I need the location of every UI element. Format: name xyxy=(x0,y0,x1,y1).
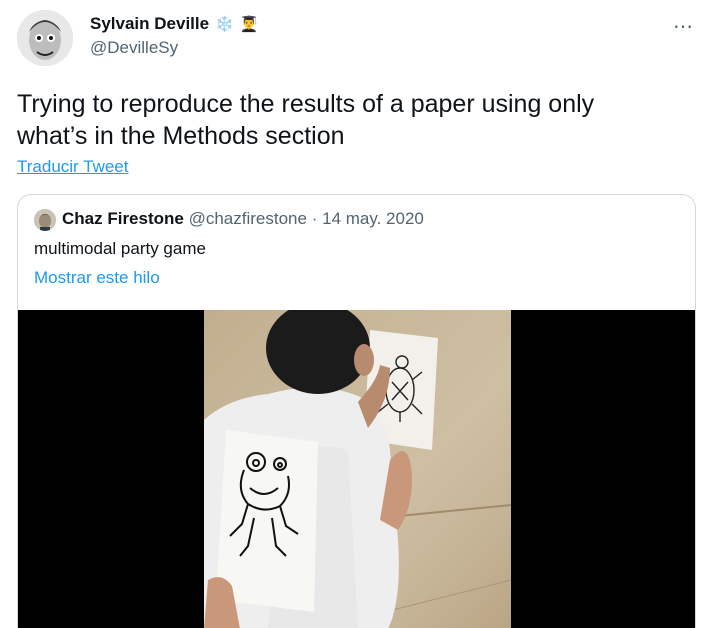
author-avatar[interactable] xyxy=(17,10,73,66)
author-handle[interactable]: @DevilleSy xyxy=(90,38,178,58)
quoted-header: Chaz Firestone @chazfirestone · 14 may. … xyxy=(62,209,424,229)
snowflake-icon: ❄️ xyxy=(215,16,234,33)
quoted-author-name[interactable]: Chaz Firestone xyxy=(62,209,184,228)
tweet-text-line: what’s in the Methods section xyxy=(17,122,345,150)
more-options-icon[interactable]: ⋯ xyxy=(673,14,694,39)
video-player[interactable] xyxy=(18,310,695,628)
quoted-date[interactable]: 14 may. 2020 xyxy=(322,209,424,228)
quoted-author-handle[interactable]: @chazfirestone xyxy=(189,209,307,228)
author-name[interactable]: Sylvain Deville xyxy=(90,14,209,34)
author-name-row[interactable]: Sylvain Deville ❄️ 👨‍🎓 xyxy=(90,14,258,34)
tweet-text: Trying to reproduce the results of a pap… xyxy=(17,88,677,152)
video-frame-image xyxy=(18,310,695,628)
quoted-text: multimodal party game xyxy=(34,239,206,258)
avatar-photo-icon xyxy=(17,10,73,66)
quoted-tweet[interactable]: Chaz Firestone @chazfirestone · 14 may. … xyxy=(17,194,696,628)
quoted-avatar-photo-icon xyxy=(34,209,56,231)
quoted-author-avatar[interactable] xyxy=(34,209,56,231)
tweet-text-line: Trying to reproduce the results of a pap… xyxy=(17,90,595,118)
show-thread-link[interactable]: Mostrar este hilo xyxy=(34,268,160,288)
translate-tweet-link[interactable]: Traducir Tweet xyxy=(17,157,129,177)
graduate-icon: 👨‍🎓 xyxy=(239,16,259,33)
separator-dot: · xyxy=(311,209,318,228)
